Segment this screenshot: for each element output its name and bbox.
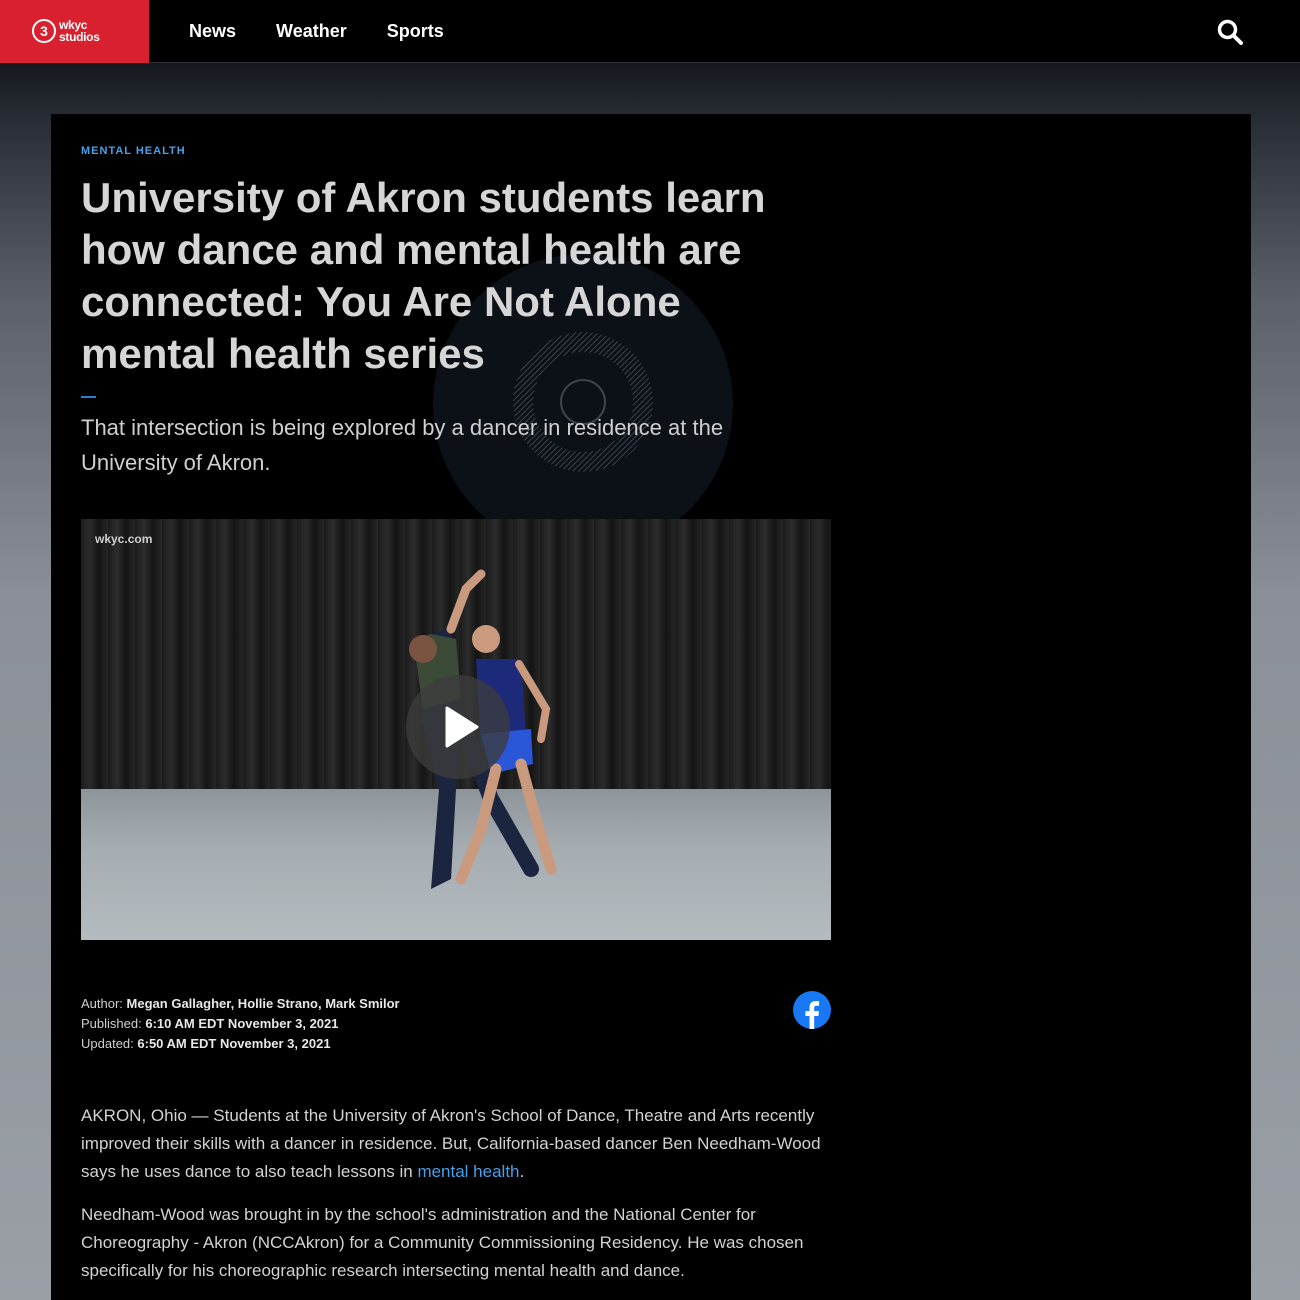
article-panel: MENTAL HEALTH University of Akron studen…	[51, 114, 1251, 1300]
article-body: AKRON, Ohio — Students at the University…	[81, 1102, 836, 1300]
author-names: Megan Gallagher, Hollie Strano, Mark Smi…	[126, 996, 400, 1011]
byline-author-row: Author: Megan Gallagher, Hollie Strano, …	[81, 994, 400, 1014]
byline-updated-row: Updated: 6:50 AM EDT November 3, 2021	[81, 1034, 400, 1054]
wkyc-studios-logo[interactable]: 3 wkyc studios	[0, 0, 149, 63]
video-player[interactable]: wkyc.com	[81, 519, 831, 940]
article-summary: That intersection is being explored by a…	[81, 415, 724, 475]
nav-item-sports[interactable]: Sports	[387, 21, 444, 42]
byline-published-row: Published: 6:10 AM EDT November 3, 2021	[81, 1014, 400, 1034]
author-label: Author:	[81, 996, 123, 1011]
updated-label: Updated:	[81, 1036, 134, 1051]
play-button[interactable]	[406, 675, 510, 779]
headline-divider	[81, 396, 96, 398]
video-watermark: wkyc.com	[95, 532, 153, 546]
main-nav: News Weather Sports	[189, 21, 484, 42]
published-timestamp: 6:10 AM EDT November 3, 2021	[145, 1016, 339, 1031]
article-headline: University of Akron students learn how d…	[81, 174, 766, 377]
search-icon[interactable]	[1216, 18, 1244, 46]
play-icon	[445, 706, 479, 748]
nav-item-news[interactable]: News	[189, 21, 236, 42]
updated-timestamp: 6:50 AM EDT November 3, 2021	[137, 1036, 331, 1051]
mental-health-link[interactable]: mental health	[417, 1162, 519, 1181]
article-category[interactable]: MENTAL HEALTH	[81, 145, 186, 157]
logo-wordmark: wkyc studios	[59, 19, 100, 43]
published-label: Published:	[81, 1016, 142, 1031]
article-paragraph: AKRON, Ohio — Students at the University…	[81, 1102, 836, 1186]
top-navigation-bar: 3 wkyc studios News Weather Sports	[0, 0, 1300, 63]
article-byline: Author: Megan Gallagher, Hollie Strano, …	[81, 994, 400, 1054]
article-paragraph: Needham-Wood was brought in by the schoo…	[81, 1205, 804, 1280]
logo-line-2: studios	[59, 30, 100, 44]
logo-channel-number: 3	[32, 19, 56, 43]
nav-item-weather[interactable]: Weather	[276, 21, 347, 42]
paragraph-text-end: .	[519, 1162, 525, 1181]
facebook-icon[interactable]	[793, 991, 831, 1029]
